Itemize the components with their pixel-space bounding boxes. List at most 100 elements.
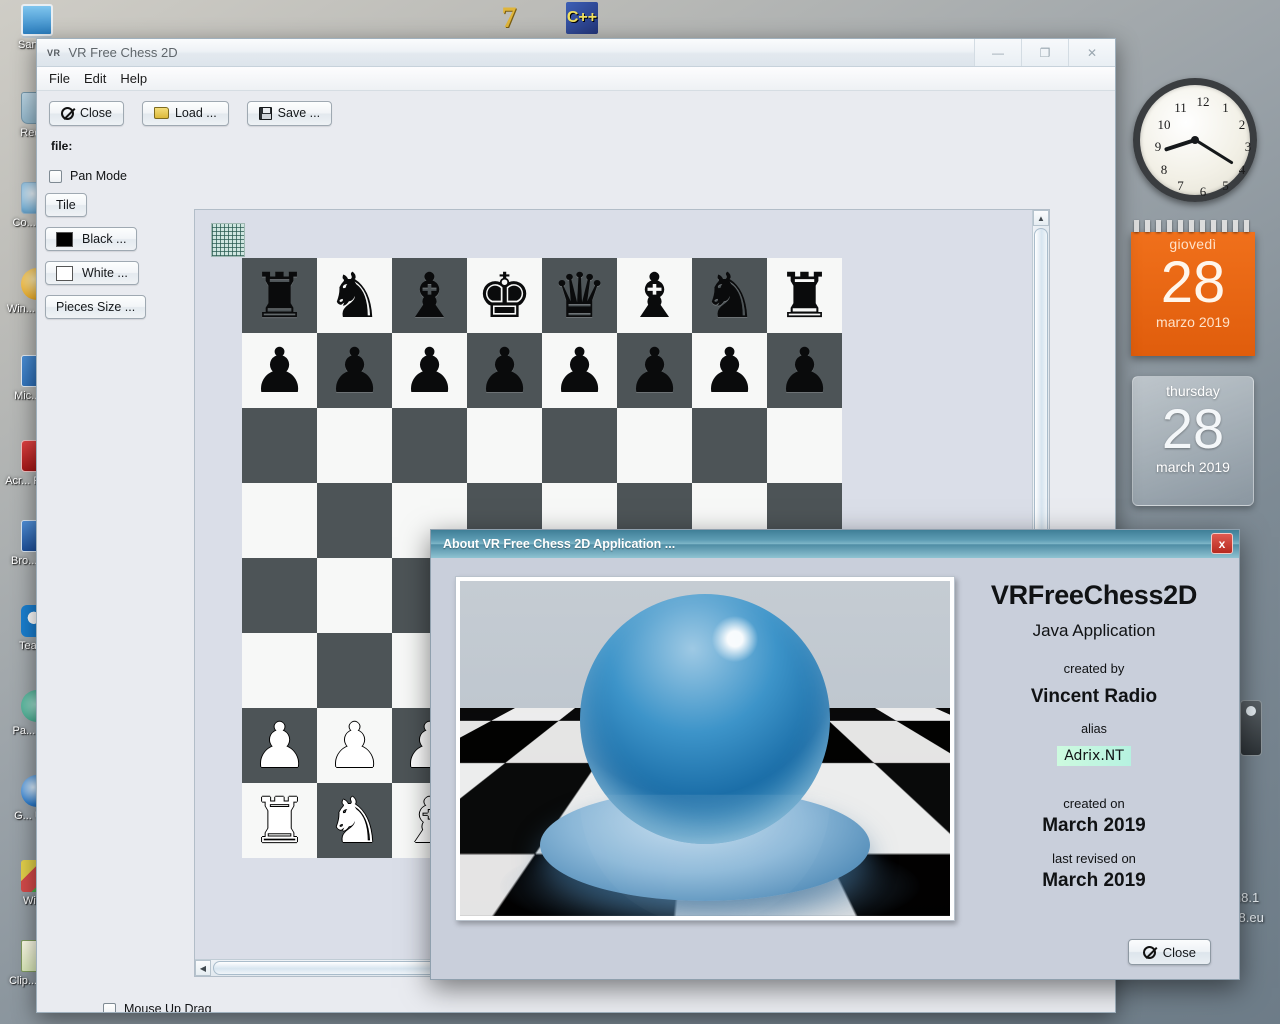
board-square[interactable] [317, 633, 392, 708]
window-titlebar[interactable]: VR VR Free Chess 2D —❐✕ [37, 39, 1115, 67]
board-square[interactable]: ♛ [542, 258, 617, 333]
board-square[interactable] [242, 408, 317, 483]
chess-piece[interactable]: ♚ [467, 258, 542, 333]
about-dialog-titlebar[interactable]: About VR Free Chess 2D Application ... x [431, 530, 1239, 558]
white-color-button[interactable]: White ... [45, 261, 139, 285]
chess-piece[interactable]: ♞ [317, 783, 392, 858]
board-square[interactable]: ♟ [392, 333, 467, 408]
board-square[interactable]: ♟ [242, 333, 317, 408]
chess-piece[interactable]: ♟ [242, 333, 317, 408]
chess-piece[interactable]: ♞ [692, 258, 767, 333]
board-square[interactable]: ♟ [767, 333, 842, 408]
about-dialog-body: VRFreeChess2D Java Application created b… [431, 558, 1239, 980]
chess-piece[interactable]: ♜ [767, 258, 842, 333]
board-square[interactable]: ♜ [242, 258, 317, 333]
board-square[interactable] [542, 408, 617, 483]
black-color-button[interactable]: Black ... [45, 227, 137, 251]
mouse-up-drag-checkbox[interactable]: Mouse Up Drag [99, 1002, 212, 1013]
white-button-label: White ... [82, 266, 128, 280]
menu-bar: File Edit Help [37, 67, 1115, 91]
board-square[interactable] [467, 408, 542, 483]
board-square[interactable]: ♟ [617, 333, 692, 408]
board-square[interactable]: ♝ [617, 258, 692, 333]
chess-piece[interactable]: ♝ [392, 258, 467, 333]
clock-center-pin [1191, 136, 1199, 144]
desktop-icon-seven-globe[interactable]: 7 [472, 2, 546, 37]
calendar-gadget-glass[interactable]: thursday 28 march 2019 [1132, 376, 1254, 506]
menu-item-edit[interactable]: Edit [84, 71, 106, 86]
chess-piece[interactable]: ♟ [317, 708, 392, 783]
file-path-label: file: [37, 135, 1115, 153]
close-button[interactable]: Close [49, 101, 124, 126]
board-square[interactable] [317, 558, 392, 633]
about-close-icon[interactable]: x [1211, 533, 1233, 554]
scroll-up-arrow-icon[interactable]: ▲ [1033, 210, 1049, 226]
menu-item-file[interactable]: File [49, 71, 70, 86]
board-square[interactable]: ♟ [692, 333, 767, 408]
checkbox-icon[interactable] [103, 1003, 116, 1014]
clock-numeral: 7 [1173, 179, 1189, 193]
about-alias-value: Adrix.NT [1057, 746, 1131, 766]
board-square[interactable]: ♟ [242, 708, 317, 783]
about-splash-image-frame [455, 576, 955, 921]
board-square[interactable] [317, 408, 392, 483]
tile-pattern-marker[interactable] [211, 223, 245, 257]
left-control-panel: Pan Mode Tile Black ... White ... [45, 169, 180, 329]
board-square[interactable]: ♞ [692, 258, 767, 333]
about-app-name: VRFreeChess2D [965, 580, 1223, 611]
board-square[interactable]: ♜ [242, 783, 317, 858]
board-square[interactable]: ♟ [317, 333, 392, 408]
board-square[interactable] [617, 408, 692, 483]
board-square[interactable]: ♜ [767, 258, 842, 333]
chess-piece[interactable]: ♟ [767, 333, 842, 408]
chess-piece[interactable]: ♟ [317, 333, 392, 408]
clock-numeral: 8 [1156, 163, 1172, 177]
chess-piece[interactable]: ♜ [242, 258, 317, 333]
chess-piece[interactable]: ♛ [542, 258, 617, 333]
chess-piece[interactable]: ♟ [242, 708, 317, 783]
board-square[interactable]: ♟ [542, 333, 617, 408]
board-square[interactable]: ♚ [467, 258, 542, 333]
clock-numeral: 6 [1195, 185, 1211, 199]
maximize-button[interactable]: ❐ [1021, 39, 1068, 66]
board-square[interactable] [242, 558, 317, 633]
pan-mode-checkbox[interactable]: Pan Mode [45, 169, 180, 183]
floppy-disk-icon [259, 107, 272, 120]
chess-piece[interactable]: ♟ [392, 333, 467, 408]
scroll-left-arrow-icon[interactable]: ◀ [195, 960, 211, 976]
menu-item-help[interactable]: Help [120, 71, 147, 86]
vertical-scroll-thumb[interactable] [1034, 228, 1048, 574]
board-square[interactable] [692, 408, 767, 483]
board-square[interactable] [317, 483, 392, 558]
load-button[interactable]: Load ... [142, 101, 229, 126]
chess-piece[interactable]: ♟ [467, 333, 542, 408]
chess-piece[interactable]: ♟ [617, 333, 692, 408]
usb-stick-icon [1240, 700, 1262, 756]
board-square[interactable]: ♟ [467, 333, 542, 408]
pieces-size-button[interactable]: Pieces Size ... [45, 295, 146, 319]
board-square[interactable] [242, 633, 317, 708]
about-created-on-value: March 2019 [965, 815, 1223, 837]
about-close-button[interactable]: Close [1128, 939, 1211, 965]
tile-button[interactable]: Tile [45, 193, 87, 217]
board-square[interactable]: ♞ [317, 783, 392, 858]
chess-piece[interactable]: ♟ [542, 333, 617, 408]
chess-piece[interactable]: ♞ [317, 258, 392, 333]
board-square[interactable] [392, 408, 467, 483]
board-square[interactable]: ♝ [392, 258, 467, 333]
close-button[interactable]: ✕ [1068, 39, 1115, 66]
board-square[interactable]: ♞ [317, 258, 392, 333]
analog-clock-gadget[interactable]: 121234567891011 [1133, 78, 1257, 202]
board-square[interactable]: ♟ [317, 708, 392, 783]
calendar-gadget-orange[interactable]: giovedì 28 marzo 2019 [1131, 220, 1255, 356]
desktop-icon-cplusplus[interactable]: C++ [545, 2, 619, 37]
board-square[interactable] [767, 408, 842, 483]
chess-piece[interactable]: ♜ [242, 783, 317, 858]
board-square[interactable] [242, 483, 317, 558]
seven-globe-icon: 7 [493, 2, 525, 34]
checkbox-icon[interactable] [49, 170, 62, 183]
chess-piece[interactable]: ♝ [617, 258, 692, 333]
chess-piece[interactable]: ♟ [692, 333, 767, 408]
save-button[interactable]: Save ... [247, 101, 332, 126]
minimize-button[interactable]: — [974, 39, 1021, 66]
